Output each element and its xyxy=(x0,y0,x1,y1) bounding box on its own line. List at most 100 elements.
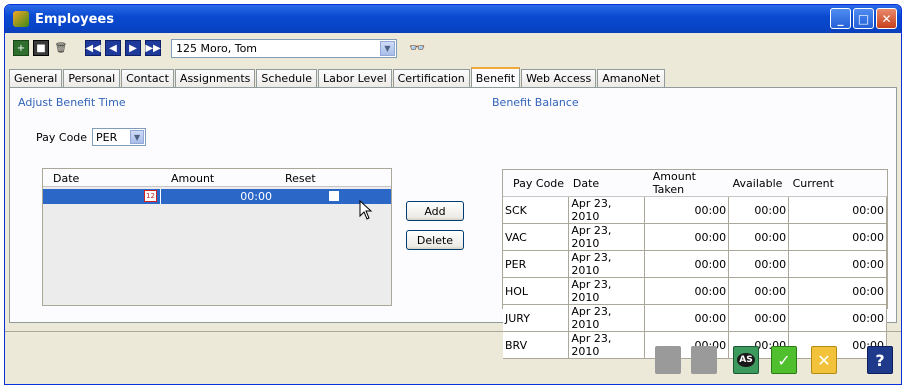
amount-taken-cell: 00:00 xyxy=(644,223,730,251)
chevron-down-icon[interactable]: ▼ xyxy=(130,130,145,144)
tab-assignments[interactable]: Assignments xyxy=(174,69,256,87)
adjust-edit-row[interactable]: 12 00:00 xyxy=(43,189,391,204)
pay-code-value: PER xyxy=(96,130,118,144)
reset-checkbox[interactable] xyxy=(329,191,339,201)
next-record-button[interactable]: ▶ xyxy=(125,40,141,56)
mouse-cursor-icon xyxy=(359,200,373,220)
employee-select[interactable]: 125 Moro, Tom ▼ xyxy=(171,38,397,58)
tab-labor-level[interactable]: Labor Level xyxy=(317,69,392,87)
amount-taken-cell: 00:00 xyxy=(644,250,730,278)
tab-personal[interactable]: Personal xyxy=(63,69,121,87)
col-reset: Reset xyxy=(285,172,316,185)
tab-benefit[interactable]: Benefit xyxy=(470,67,521,87)
available-cell: 00:00 xyxy=(728,277,790,305)
col-pay-code: Pay Code xyxy=(503,170,569,197)
employee-select-value: 125 Moro, Tom xyxy=(176,41,258,55)
help-icon: ? xyxy=(875,350,885,370)
date-cell[interactable]: 12 xyxy=(43,189,161,204)
tab-amanonet[interactable]: AmanoNet xyxy=(597,69,666,87)
disabled-button-2 xyxy=(691,346,717,374)
table-row[interactable]: JURY Apr 23, 2010 00:00 00:00 00:00 xyxy=(503,304,887,332)
tab-strip: General Personal Contact Assignments Sch… xyxy=(9,67,666,87)
available-cell: 00:00 xyxy=(728,223,790,251)
ok-button[interactable]: ✓ xyxy=(771,346,797,374)
current-cell: 00:00 xyxy=(788,304,887,332)
benefit-balance-title: Benefit Balance xyxy=(492,96,579,109)
save-record-button[interactable]: ■ xyxy=(33,40,49,56)
date-cell: Apr 23, 2010 xyxy=(568,277,646,305)
pay-code-cell: JURY xyxy=(503,304,570,332)
maximize-button[interactable]: □ xyxy=(853,8,874,29)
add-record-button[interactable]: + xyxy=(13,40,29,56)
pay-code-cell: PER xyxy=(503,250,570,278)
tab-general[interactable]: General xyxy=(9,69,63,87)
adjust-grid-header: Date Amount Reset xyxy=(43,169,391,187)
prev-record-button[interactable]: ◀ xyxy=(105,40,121,56)
available-cell: 00:00 xyxy=(728,196,790,224)
col-amount-taken: Amount Taken xyxy=(644,170,729,197)
last-record-button[interactable]: ▶▶ xyxy=(145,40,161,56)
current-cell: 00:00 xyxy=(788,196,887,224)
amount-cell[interactable]: 00:00 xyxy=(162,189,274,204)
benefit-balance-grid: Pay Code Date Amount Taken Available Cur… xyxy=(502,169,888,359)
pay-code-cell: HOL xyxy=(503,277,570,305)
cancel-button[interactable]: ✕ xyxy=(811,346,837,374)
col-amount: Amount xyxy=(171,172,215,185)
title-bar[interactable]: Employees _ □ ✕ xyxy=(5,5,901,33)
amount-taken-cell: 00:00 xyxy=(644,277,730,305)
current-cell: 00:00 xyxy=(788,277,887,305)
employees-window: Employees _ □ ✕ + ■ 🗑 ◀◀ ◀ ▶ ▶▶ 125 Moro… xyxy=(4,4,902,385)
current-cell: 00:00 xyxy=(788,250,887,278)
save-icon: ■ xyxy=(36,42,46,54)
window-title: Employees xyxy=(35,11,114,27)
col-date: Date xyxy=(568,170,645,197)
reset-cell[interactable] xyxy=(275,189,391,204)
binoculars-icon[interactable]: 👓 xyxy=(409,41,425,56)
delete-button[interactable]: Delete xyxy=(406,230,464,250)
checkmark-icon: ✓ xyxy=(777,350,791,370)
delete-record-button[interactable]: 🗑 xyxy=(53,40,69,56)
pay-code-label: Pay Code xyxy=(36,130,88,144)
x-icon: ✕ xyxy=(817,350,831,370)
pay-code-cell: VAC xyxy=(503,223,570,251)
save-as-button[interactable]: AS xyxy=(733,346,759,374)
tab-contact[interactable]: Contact xyxy=(121,69,174,87)
prev-record-icon: ◀ xyxy=(109,42,117,54)
add-icon: + xyxy=(16,42,26,54)
date-cell: Apr 23, 2010 xyxy=(568,223,646,251)
current-cell: 00:00 xyxy=(788,223,887,251)
tab-web-access[interactable]: Web Access xyxy=(521,69,597,87)
table-row[interactable]: VAC Apr 23, 2010 00:00 00:00 00:00 xyxy=(503,223,887,251)
benefit-panel: Adjust Benefit Time Pay Code PER ▼ Date … xyxy=(9,87,897,359)
date-cell: Apr 23, 2010 xyxy=(568,250,646,278)
calendar-icon[interactable]: 12 xyxy=(144,190,157,202)
last-record-icon: ▶▶ xyxy=(145,42,161,54)
close-button[interactable]: ✕ xyxy=(876,8,897,29)
next-record-icon: ▶ xyxy=(129,42,137,54)
table-row[interactable]: PER Apr 23, 2010 00:00 00:00 00:00 xyxy=(503,250,887,278)
amount-taken-cell: 00:00 xyxy=(644,304,730,332)
record-toolbar: + ■ 🗑 ◀◀ ◀ ▶ ▶▶ 125 Moro, Tom ▼ 👓 xyxy=(5,35,901,61)
pay-code-row: Pay Code PER ▼ xyxy=(36,128,147,146)
pay-code-cell: SCK xyxy=(503,196,570,224)
col-available: Available xyxy=(728,170,789,197)
help-button[interactable]: ? xyxy=(867,346,893,374)
disabled-button-1 xyxy=(655,346,681,374)
col-current: Current xyxy=(788,170,887,197)
minimize-button[interactable]: _ xyxy=(830,8,851,29)
table-row[interactable]: SCK Apr 23, 2010 00:00 00:00 00:00 xyxy=(503,196,887,224)
tab-schedule[interactable]: Schedule xyxy=(256,69,317,87)
date-cell: Apr 23, 2010 xyxy=(568,196,646,224)
chevron-down-icon[interactable]: ▼ xyxy=(380,40,395,56)
trash-icon: 🗑 xyxy=(54,42,68,54)
table-row[interactable]: HOL Apr 23, 2010 00:00 00:00 00:00 xyxy=(503,277,887,305)
pay-code-select[interactable]: PER ▼ xyxy=(92,128,147,146)
adjust-benefit-title: Adjust Benefit Time xyxy=(18,96,126,109)
save-as-icon: AS xyxy=(737,353,755,367)
add-button[interactable]: Add xyxy=(406,201,464,221)
amount-taken-cell: 00:00 xyxy=(644,196,730,224)
first-record-icon: ◀◀ xyxy=(85,42,101,54)
first-record-button[interactable]: ◀◀ xyxy=(85,40,101,56)
tab-certification[interactable]: Certification xyxy=(392,69,470,87)
adjust-grid: Date Amount Reset 12 00:00 xyxy=(42,168,392,306)
